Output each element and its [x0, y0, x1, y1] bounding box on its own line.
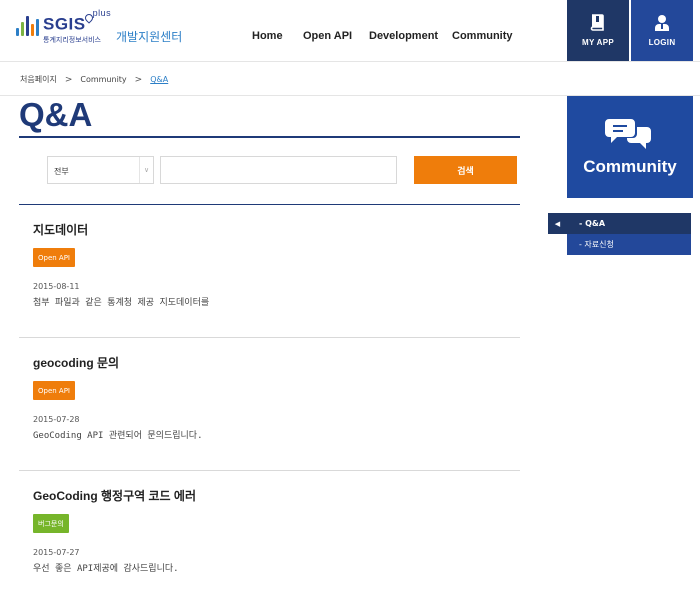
- breadcrumb-community[interactable]: Community: [80, 75, 126, 84]
- nav-development[interactable]: Development: [369, 30, 438, 42]
- post-title[interactable]: geocoding 문의: [33, 354, 119, 371]
- chat-bubbles-icon: [605, 119, 651, 149]
- category-badge: 버그문의: [33, 514, 69, 533]
- dev-center-label: 개발지원센터: [116, 30, 183, 44]
- sidebar-community-box: Community: [567, 96, 693, 198]
- breadcrumb-home[interactable]: 처음페이지: [20, 74, 57, 85]
- search-button[interactable]: 검색: [414, 156, 517, 184]
- logo-bars-icon: [16, 14, 39, 36]
- post-excerpt: GeoCoding API 관련되어 문의드립니다.: [33, 431, 203, 441]
- category-badge: Open API: [33, 381, 75, 400]
- login-button[interactable]: LOGIN: [631, 0, 693, 61]
- post-excerpt: 우선 좋은 API제공에 감사드립니다.: [33, 564, 179, 574]
- list-divider: [19, 470, 520, 471]
- sgis-logo[interactable]: SGIS plus 통계지리정보서비스 개발지원센터: [16, 8, 182, 45]
- breadcrumb-bar: 처음페이지 > Community > Q&A: [0, 61, 700, 96]
- post-date: 2015-07-28: [33, 415, 80, 424]
- breadcrumb: 처음페이지 > Community > Q&A: [20, 74, 168, 85]
- sidebar-item-label: - Q&A: [579, 219, 606, 228]
- page-title: Q&A: [19, 96, 93, 133]
- chevron-right-icon: >: [134, 74, 143, 85]
- my-app-label: MY APP: [581, 38, 615, 47]
- search-input[interactable]: [160, 156, 397, 184]
- post-date: 2015-08-11: [33, 282, 80, 291]
- nav-home[interactable]: Home: [252, 30, 283, 42]
- chevron-down-icon: ∨: [139, 157, 153, 183]
- list-divider: [19, 337, 520, 338]
- user-icon: [655, 15, 669, 31]
- nav-open-api[interactable]: Open API: [303, 30, 352, 42]
- post-date: 2015-07-27: [33, 548, 80, 557]
- nav-community[interactable]: Community: [452, 30, 513, 42]
- search-category-value: 전부: [54, 167, 69, 176]
- post-title[interactable]: 지도데이터: [33, 221, 88, 238]
- post-excerpt: 첨부 파일과 같은 통계청 제공 지도데이터를: [33, 298, 210, 308]
- logo-main-text: SGIS: [43, 14, 86, 34]
- header: SGISplus 통계지리정보서비스 개발지원센터 Home Open API …: [0, 0, 700, 61]
- logo-sup-text: plus: [92, 8, 112, 18]
- sidebar-item-label: - 자료신청: [579, 240, 614, 249]
- post-title[interactable]: GeoCoding 행정구역 코드 에러: [33, 487, 196, 504]
- login-label: LOGIN: [648, 38, 676, 47]
- breadcrumb-current[interactable]: Q&A: [150, 75, 168, 84]
- book-icon: [590, 14, 604, 31]
- sidebar-title: Community: [583, 157, 677, 176]
- sidebar-menu: ◀ - Q&A - 자료신청: [548, 213, 691, 255]
- sidebar-item-data-request[interactable]: - 자료신청: [567, 234, 691, 255]
- my-app-button[interactable]: MY APP: [567, 0, 629, 61]
- list-top-divider: [19, 204, 520, 205]
- sidebar-item-qna[interactable]: ◀ - Q&A: [548, 213, 691, 234]
- logo-subtitle: 통계지리정보서비스: [43, 35, 101, 44]
- chevron-right-icon: >: [64, 74, 73, 85]
- search-category-select[interactable]: 전부 ∨: [47, 156, 154, 184]
- title-divider: [19, 136, 520, 138]
- triangle-left-icon: ◀: [554, 219, 561, 228]
- category-badge: Open API: [33, 248, 75, 267]
